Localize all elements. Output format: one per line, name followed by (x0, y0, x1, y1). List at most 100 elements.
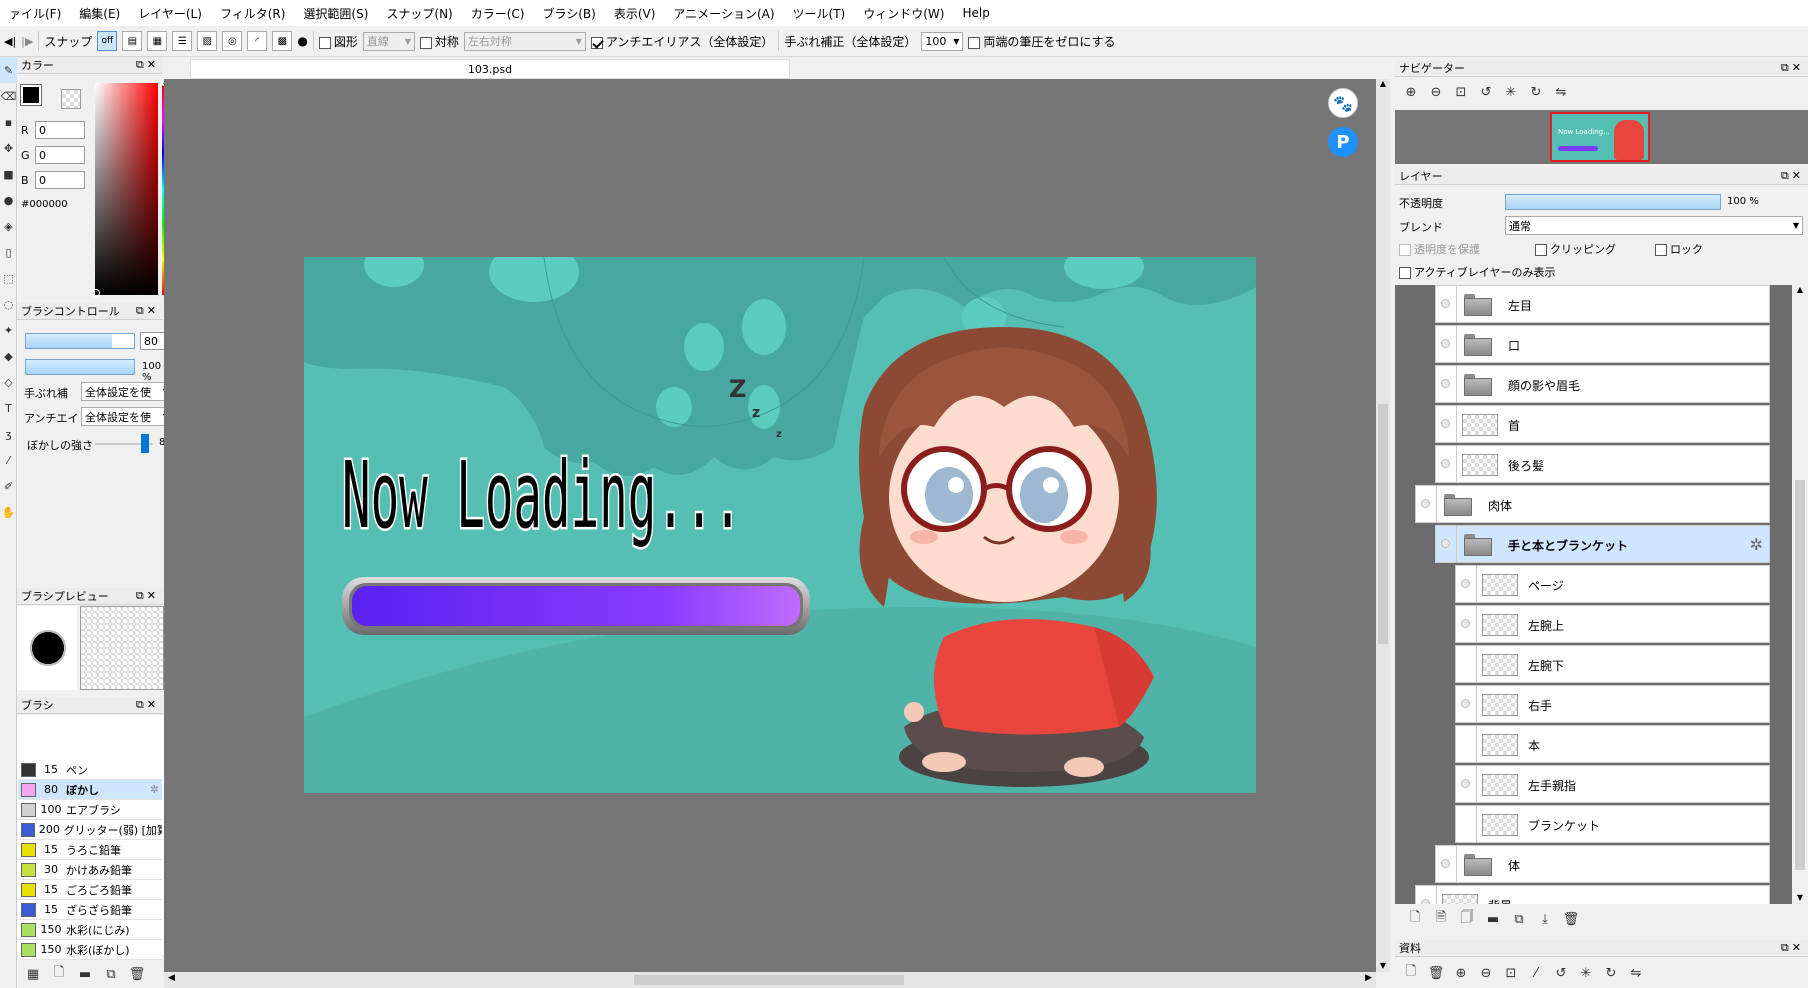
layer-row[interactable]: 左腕上 (1455, 605, 1770, 643)
layer-visibility-icon[interactable] (1421, 499, 1430, 508)
layer-folder-row[interactable]: 肉体 (1415, 485, 1770, 523)
dot-tool-icon[interactable]: ▪ (0, 109, 17, 135)
snap-curve-icon[interactable]: ◜ (247, 31, 268, 51)
eyedropper-tool-icon[interactable]: ⁄ (0, 447, 17, 473)
fill-ellipse-tool-icon[interactable]: ● (0, 187, 17, 213)
brush-list-item[interactable]: 30 かけあみ鉛筆 (18, 860, 162, 880)
brush-list-item[interactable]: 150 水彩(ぼかし) (18, 940, 162, 960)
eyedropper-icon[interactable]: ⁄ (1526, 963, 1546, 983)
layer-row[interactable]: 背景 (1415, 885, 1770, 904)
scroll-thumb[interactable] (1795, 480, 1805, 870)
layer-visibility-icon[interactable] (1441, 299, 1450, 308)
delete-material-icon[interactable]: 🗑 (1426, 963, 1446, 983)
snap-diagonal-icon[interactable]: ▨ (197, 31, 218, 51)
scroll-right-icon[interactable]: ▶ (1365, 973, 1372, 983)
layer-opacity-slider[interactable] (1505, 194, 1721, 210)
scroll-left-icon[interactable]: ◀ (168, 973, 175, 983)
brush-list-item[interactable]: 80 ぼかし ✲ (18, 780, 162, 800)
text-tool-icon[interactable]: T (0, 395, 17, 421)
menu-brush[interactable]: ブラシ(B) (533, 5, 604, 22)
gear-icon[interactable]: ✲ (150, 783, 159, 796)
symmetry-checkbox[interactable]: 対称 (419, 33, 459, 50)
scroll-down-icon[interactable]: ▼ (1792, 893, 1808, 902)
brush-list-item[interactable]: 15 ペン (18, 760, 162, 780)
merge-down-icon[interactable]: ⤓ (1535, 909, 1555, 929)
new-layer-8bit-icon[interactable]: 🗎 (1431, 909, 1451, 929)
snap-perspective-icon[interactable]: ▩ (272, 31, 293, 51)
lasso-tool-icon[interactable]: ◌ (0, 291, 17, 317)
zoom-fit-icon[interactable]: ⊡ (1451, 82, 1471, 102)
panel-controls-icon[interactable]: ⧉✕ (136, 589, 159, 603)
eraser-tool-icon[interactable]: ⌫ (0, 83, 17, 109)
layer-visibility-icon[interactable] (1441, 419, 1450, 428)
fill-rect-tool-icon[interactable]: ■ (0, 161, 17, 187)
protect-alpha-checkbox[interactable]: 透明度を保護 (1399, 241, 1480, 257)
menu-tools[interactable]: ツール(T) (784, 5, 855, 22)
navigator-viewport-frame[interactable]: Now Loading... (1550, 112, 1650, 162)
panel-controls-icon[interactable]: ⧉✕ (1781, 941, 1804, 955)
panel-controls-icon[interactable]: ⧉✕ (136, 698, 159, 712)
layer-folder-row[interactable]: 左目 (1435, 285, 1770, 323)
move-tool-icon[interactable]: ✥ (0, 135, 17, 161)
layer-folder-row[interactable]: 体 (1435, 845, 1770, 883)
lock-checkbox[interactable]: ロック (1655, 241, 1703, 257)
layer-visibility-icon[interactable] (1441, 339, 1450, 348)
select-rect-tool-icon[interactable]: ⬚ (0, 265, 17, 291)
menu-file[interactable]: ァイル(F) (0, 5, 70, 22)
flip-horizontal-icon[interactable]: ⇋ (1626, 963, 1646, 983)
snap-lines-icon[interactable]: ☰ (172, 31, 193, 51)
duplicate-layer-icon[interactable]: ⧉ (1509, 909, 1529, 929)
brush-tool-icon[interactable]: ✐ (0, 473, 17, 499)
new-layer-icon[interactable]: 🗋 (1405, 909, 1425, 929)
new-brush-icon[interactable]: 🗋 (49, 964, 69, 984)
scroll-thumb[interactable] (1378, 404, 1388, 644)
layer-folder-row[interactable]: 口 (1435, 325, 1770, 363)
next-icon[interactable]: |▶ (21, 35, 33, 48)
zoom-out-icon[interactable]: ⊖ (1476, 963, 1496, 983)
brush-size-slider[interactable] (25, 333, 135, 349)
layer-visibility-icon[interactable] (1441, 379, 1450, 388)
clipping-checkbox[interactable]: クリッピング (1535, 241, 1616, 257)
scroll-thumb[interactable] (634, 975, 904, 985)
snap-grid-icon[interactable]: ▦ (147, 31, 168, 51)
layer-row[interactable]: 左手親指 (1455, 765, 1770, 803)
shape-select[interactable]: 直線 ▼ (362, 31, 415, 51)
navigator-preview[interactable]: Now Loading... (1395, 110, 1808, 164)
document-tab[interactable]: 103.psd (190, 59, 790, 79)
layer-row[interactable]: 首 (1435, 405, 1770, 443)
blur-strength-handle[interactable] (141, 434, 150, 453)
scroll-up-icon[interactable]: ▲ (1792, 285, 1808, 294)
foreground-color-swatch[interactable] (20, 84, 42, 106)
select-pen-tool-icon[interactable]: ◆ (0, 343, 17, 369)
brush-stabilizer-select[interactable]: 全体設定を使▼ (81, 382, 173, 401)
snap-parallel-icon[interactable]: ▤ (122, 31, 143, 51)
delete-layer-icon[interactable]: 🗑 (1561, 909, 1581, 929)
panel-controls-icon[interactable]: ⧉✕ (136, 58, 159, 72)
layer-row[interactable]: ブランケット (1455, 805, 1770, 843)
rotate-reset-icon[interactable]: ✳ (1576, 963, 1596, 983)
rotate-left-icon[interactable]: ↺ (1476, 82, 1496, 102)
b-input[interactable]: 0 (35, 171, 85, 189)
layer-visibility-icon[interactable] (1461, 619, 1470, 628)
bucket-tool-icon[interactable]: ◈ (0, 213, 17, 239)
layer-folder-row[interactable]: 手と本とブランケット ✲ (1435, 525, 1770, 563)
active-only-checkbox[interactable]: アクティブレイヤーのみ表示 (1399, 264, 1555, 280)
gradation-tool-icon[interactable]: ▯ (0, 239, 17, 265)
prev-icon[interactable]: ◀| (4, 35, 16, 48)
pen-tool-icon[interactable]: ✎ (0, 57, 17, 83)
layer-visibility-icon[interactable] (1461, 779, 1470, 788)
zoom-out-icon[interactable]: ⊖ (1426, 82, 1446, 102)
canvas-viewport[interactable]: 🐾 P Now Loading... Z z z (164, 79, 1376, 972)
brush-folder-icon[interactable]: ▬ (75, 964, 95, 984)
artwork-canvas[interactable]: Now Loading... Z z z (304, 257, 1256, 793)
brush-list-item[interactable]: 200 グリッター(弱) [加算 (18, 820, 162, 840)
rotate-left-icon[interactable]: ↺ (1551, 963, 1571, 983)
panel-controls-icon[interactable]: ⧉✕ (136, 304, 159, 318)
layer-visibility-icon[interactable] (1461, 699, 1470, 708)
brush-list-item[interactable]: 100 エアブラシ (18, 800, 162, 820)
canvas-vertical-scrollbar[interactable]: ▲ ▼ (1376, 79, 1390, 972)
pixiv-icon[interactable]: P (1328, 127, 1358, 157)
rotate-reset-icon[interactable]: ✳ (1501, 82, 1521, 102)
zoom-in-icon[interactable]: ⊕ (1401, 82, 1421, 102)
flip-horizontal-icon[interactable]: ⇋ (1551, 82, 1571, 102)
